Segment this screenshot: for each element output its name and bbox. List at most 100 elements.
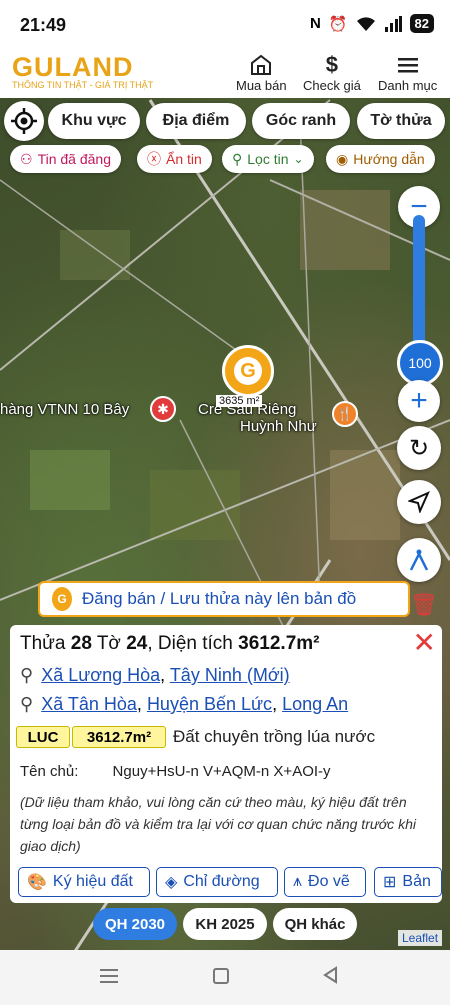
app-header: GULAND THÔNG TIN THẬT - GIÁ TRỊ THẬT Mua…: [0, 48, 450, 98]
danh-muc-button[interactable]: Danh mục: [378, 52, 437, 93]
measure-button[interactable]: [397, 538, 441, 582]
close-icon[interactable]: ✕: [413, 629, 436, 657]
battery-icon: 82: [409, 14, 434, 33]
ky-hieu-dat-label: Ký hiệu đất: [52, 873, 133, 890]
loc-tin-chip[interactable]: ⚲ Lọc tin ⌄: [222, 145, 314, 173]
location-pin-icon: ⚲: [20, 665, 34, 685]
mua-ban-label: Mua bán: [236, 78, 287, 93]
old-location-row: ⚲ Xã Tân Hòa, Huyện Bến Lức, Long An: [20, 694, 349, 714]
land-code-badge: LUC: [16, 726, 70, 748]
menu-icon: [396, 52, 420, 78]
dollar-icon: $: [325, 52, 339, 77]
navigation-arrow-icon: [408, 491, 430, 513]
locate-button[interactable]: [4, 101, 44, 141]
sheet-number: 24: [126, 633, 148, 654]
khu-vuc-button[interactable]: Khu vực: [48, 103, 140, 139]
tab-qh2030[interactable]: QH 2030: [93, 908, 177, 940]
logo-slogan: THÔNG TIN THẬT - GIÁ TRỊ THẬT: [12, 80, 154, 90]
alarm-icon: ⏰: [328, 15, 348, 33]
old-commune-link[interactable]: Xã Tân Hòa: [41, 694, 137, 714]
huong-dan-label: Hướng dẫn: [353, 151, 425, 167]
save-parcel-banner[interactable]: G Đăng bán / Lưu thửa này lên bản đồ: [38, 581, 410, 617]
wifi-icon: [356, 16, 375, 31]
map-label-store: hàng VTNN 10 Bây: [0, 401, 130, 418]
disclaimer-note: (Dữ liệu tham khảo, vui lòng căn cứ theo…: [20, 794, 416, 854]
an-tin-chip[interactable]: ⓧ Ẩn tin: [137, 145, 212, 173]
close-circle-icon: ⓧ: [147, 151, 161, 167]
mua-ban-button[interactable]: Mua bán: [236, 52, 287, 93]
owner-row: Tên chủ: Nguy+HsU-n V+AQM-n X+AOI-y: [20, 763, 331, 780]
huong-dan-chip[interactable]: ◉ Hướng dẫn: [326, 145, 435, 173]
pin-icon: ⚲: [232, 150, 243, 167]
map-label-cafe-line2: Huỳnh Như: [240, 418, 317, 435]
home-icon[interactable]: [213, 968, 229, 984]
parcel-info-panel: Thửa 28 Tờ 24, Diện tích 3612.7m² ✕ ⚲ Xã…: [10, 625, 442, 903]
parcel-marker[interactable]: G: [222, 345, 274, 397]
status-icons: N ⏰ 82: [310, 14, 434, 33]
guland-marker-icon: G: [234, 357, 262, 385]
parcel-number: 28: [70, 633, 92, 654]
save-banner-label: Đăng bán / Lưu thửa này lên bản đồ: [82, 589, 357, 608]
tab-qh-khac[interactable]: QH khác: [273, 908, 357, 940]
zoom-slider-track[interactable]: [413, 215, 425, 355]
target-icon: [11, 108, 37, 134]
building-icon: [249, 52, 273, 78]
new-province-link[interactable]: Tây Ninh (Mới): [170, 665, 290, 685]
old-province-link[interactable]: Long An: [282, 694, 348, 714]
signal-icon: [384, 15, 402, 32]
check-gia-label: Check giá: [303, 78, 361, 93]
ky-hieu-dat-button[interactable]: 🎨 Ký hiệu đất: [18, 867, 150, 897]
guland-logo[interactable]: GULAND THÔNG TIN THẬT - GIÁ TRỊ THẬT: [12, 52, 153, 90]
guland-pin-icon: G: [52, 587, 72, 611]
back-icon[interactable]: [322, 966, 338, 989]
status-time: 21:49: [20, 15, 67, 35]
refresh-icon: ↻: [408, 434, 430, 462]
tab-kh2025[interactable]: KH 2025: [183, 908, 267, 940]
to-thua-button[interactable]: Tờ thửa: [357, 103, 445, 139]
nfc-icon: N: [310, 15, 321, 32]
palette-icon: 🎨: [27, 874, 47, 891]
chi-duong-label: Chỉ đường: [183, 873, 260, 890]
directions-icon: ◈: [165, 874, 178, 891]
table-icon: ⊞: [383, 874, 397, 891]
check-gia-button[interactable]: $ Check giá: [303, 52, 361, 93]
tin-da-dang-label: Tin đã đăng: [37, 151, 111, 167]
marker-area-label: 3635 m²: [216, 395, 263, 407]
do-ve-button[interactable]: ⩚ Đo vẽ: [284, 867, 366, 897]
land-type-label: Đất chuyên trồng lúa nước: [173, 727, 376, 746]
parcel-title: Thửa 28 Tờ 24, Diện tích 3612.7m²: [20, 633, 320, 654]
restaurant-pin-icon: 🍴: [332, 401, 358, 427]
system-nav-bar: [0, 950, 450, 1005]
goc-ranh-button[interactable]: Góc ranh: [252, 103, 350, 139]
chevron-down-icon: ⌄: [293, 152, 304, 166]
tin-da-dang-chip[interactable]: ⚇ Tin đã đăng: [10, 145, 121, 173]
danh-muc-label: Danh mục: [378, 78, 438, 93]
store-pin-icon: ✱: [150, 396, 176, 422]
do-ve-label: Đo vẽ: [308, 873, 350, 890]
old-district-link[interactable]: Huyện Bến Lức: [147, 694, 272, 714]
refresh-button[interactable]: ↻: [397, 426, 441, 470]
location-pin-icon: ⚲: [20, 694, 34, 714]
logo-text: GULAND: [12, 52, 134, 82]
recent-apps-icon[interactable]: [100, 968, 118, 984]
parcel-area: 3612.7m²: [238, 633, 320, 654]
leaflet-attribution[interactable]: Leaflet: [398, 930, 443, 946]
new-location-row: ⚲ Xã Lương Hòa, Tây Ninh (Mới): [20, 665, 290, 685]
delete-icon[interactable]: 🗑: [410, 592, 438, 618]
play-icon: ◉: [336, 150, 349, 167]
plus-icon: +: [410, 384, 428, 417]
navigate-button[interactable]: [397, 480, 441, 524]
dia-diem-button[interactable]: Địa điểm: [146, 103, 246, 139]
zoom-in-button[interactable]: +: [398, 380, 440, 422]
loc-tin-label: Lọc tin: [247, 151, 289, 167]
users-icon: ⚇: [20, 150, 33, 167]
owner-value: Nguy+HsU-n V+AQM-n X+AOI-y: [112, 763, 331, 780]
bang-label: Bản: [402, 873, 431, 890]
compass-icon: ⩚: [293, 873, 303, 890]
bang-button[interactable]: ⊞ Bản: [374, 867, 442, 897]
new-commune-link[interactable]: Xã Lương Hòa: [41, 665, 160, 685]
land-area-badge: 3612.7m²: [72, 726, 166, 748]
chi-duong-button[interactable]: ◈ Chỉ đường: [156, 867, 278, 897]
an-tin-label: Ẩn tin: [166, 151, 202, 167]
owner-label: Tên chủ:: [20, 763, 79, 780]
